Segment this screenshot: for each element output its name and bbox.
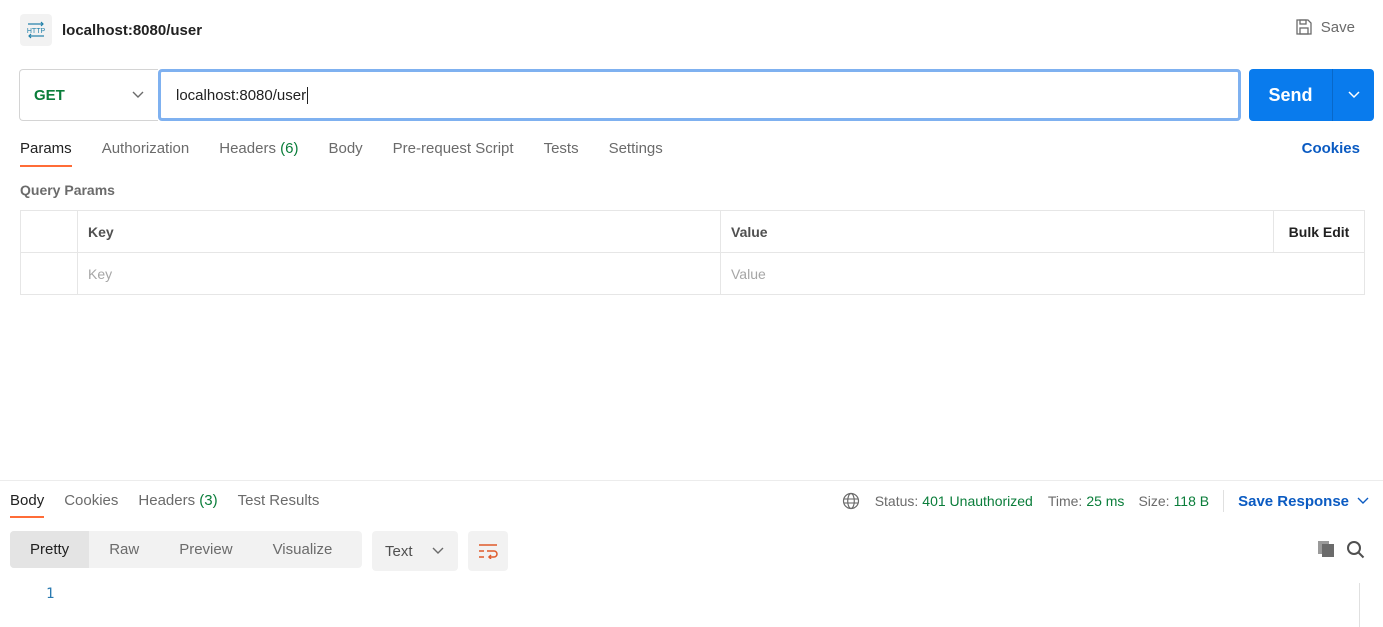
response-tab-body[interactable]: Body [10, 492, 45, 518]
send-options-button[interactable] [1333, 69, 1374, 121]
tab-settings[interactable]: Settings [609, 140, 663, 167]
table-header-row: Key Value Bulk Edit [20, 210, 1365, 253]
response-tab-headers[interactable]: Headers (3) [138, 492, 217, 518]
chevron-down-icon [132, 91, 144, 98]
response-divider[interactable] [0, 480, 1383, 481]
bulk-edit-button[interactable]: Bulk Edit [1273, 210, 1365, 253]
response-meta: Status: 401 Unauthorized Time: 25 ms Siz… [842, 490, 1369, 512]
save-response-button[interactable]: Save Response [1238, 493, 1369, 510]
size-label: Size: [1138, 493, 1170, 509]
status-label: Status: [874, 493, 919, 509]
key-column-header: Key [77, 210, 721, 253]
url-bar: GET localhost:8080/user Send [19, 69, 1374, 121]
svg-text:HTTP: HTTP [27, 28, 46, 35]
tab-label: Settings [608, 140, 663, 157]
http-icon: HTTP [20, 14, 52, 46]
view-pretty[interactable]: Pretty [10, 531, 90, 568]
request-title-row: HTTP localhost:8080/user [20, 14, 202, 46]
headers-count: (6) [280, 140, 299, 157]
save-label: Save [1320, 18, 1355, 36]
tab-label: Params [20, 140, 72, 157]
scrollbar[interactable] [1359, 583, 1360, 627]
tab-label: Headers [138, 492, 196, 509]
row-checkbox-cell [20, 252, 78, 295]
value-input[interactable]: Value [720, 252, 1365, 295]
table-row: Key Value [20, 252, 1365, 295]
response-tab-test-results[interactable]: Test Results [238, 492, 320, 518]
chevron-down-icon [1357, 497, 1369, 504]
response-tab-cookies[interactable]: Cookies [64, 492, 118, 518]
text-caret [307, 86, 309, 104]
time-value[interactable]: 25 ms [1086, 493, 1124, 509]
size-value[interactable]: 118 B [1174, 493, 1210, 509]
tab-label: Headers [219, 140, 276, 157]
wrap-lines-icon [479, 544, 498, 559]
copy-icon[interactable] [1317, 540, 1335, 563]
tab-pre-request-script[interactable]: Pre-request Script [393, 140, 514, 167]
value-column-header: Value [720, 210, 1274, 253]
send-button[interactable]: Send [1249, 69, 1333, 121]
key-input[interactable]: Key [77, 252, 721, 295]
format-select[interactable]: Text [372, 531, 458, 571]
query-params-table: Key Value Bulk Edit Key Value [20, 210, 1365, 295]
method-label: GET [34, 86, 65, 104]
line-number: 1 [46, 586, 55, 602]
tab-params[interactable]: Params [20, 140, 72, 167]
save-icon [1296, 19, 1312, 35]
chevron-down-icon [1347, 91, 1360, 99]
view-mode-toggle: Pretty Raw Preview Visualize [10, 531, 362, 568]
tab-headers[interactable]: Headers (6) [219, 140, 298, 167]
globe-icon[interactable] [842, 492, 860, 510]
send-button-group: Send [1249, 69, 1374, 121]
format-label: Text [385, 542, 413, 560]
save-response-label: Save Response [1238, 492, 1349, 510]
search-icon[interactable] [1346, 540, 1365, 564]
tab-label: Test Results [237, 492, 320, 509]
checkbox-column-header [20, 210, 78, 253]
query-params-heading: Query Params [20, 182, 115, 198]
request-tabs: Params Authorization Headers (6) Body Pr… [20, 140, 693, 167]
chevron-down-icon [432, 547, 444, 554]
tab-label: Authorization [101, 140, 190, 157]
tab-label: Body [10, 492, 45, 509]
cookies-link[interactable]: Cookies [1302, 140, 1360, 157]
save-button[interactable]: Save [1295, 18, 1355, 36]
view-visualize[interactable]: Visualize [253, 531, 353, 568]
method-select[interactable]: GET [19, 69, 158, 121]
response-tabs: Body Cookies Headers (3) Test Results [10, 492, 339, 518]
status-value[interactable]: 401 Unauthorized [922, 493, 1033, 509]
tab-label: Body [328, 140, 363, 157]
headers-count: (3) [199, 492, 218, 509]
wrap-lines-button[interactable] [468, 531, 508, 571]
divider [1223, 490, 1225, 512]
tab-body[interactable]: Body [328, 140, 362, 167]
time-label: Time: [1047, 493, 1083, 509]
url-text: localhost:8080/user [176, 86, 307, 104]
url-input[interactable]: localhost:8080/user [158, 69, 1241, 121]
request-name[interactable]: localhost:8080/user [62, 22, 202, 39]
tab-label: Tests [543, 140, 579, 157]
tab-label: Pre-request Script [392, 140, 514, 157]
tab-tests[interactable]: Tests [544, 140, 579, 167]
tab-authorization[interactable]: Authorization [102, 140, 190, 167]
view-raw[interactable]: Raw [89, 531, 159, 568]
view-preview[interactable]: Preview [159, 531, 252, 568]
tab-label: Cookies [64, 492, 119, 509]
